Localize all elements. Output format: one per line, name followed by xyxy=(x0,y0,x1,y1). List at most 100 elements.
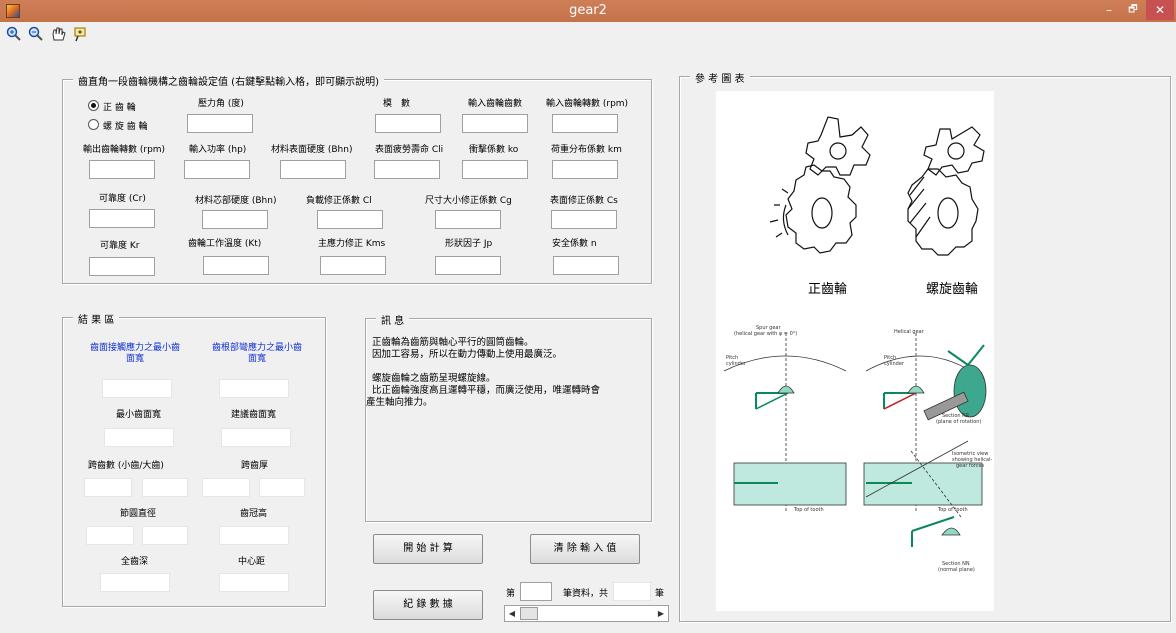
spur-gear-radio[interactable] xyxy=(88,100,99,111)
form-factor-input[interactable] xyxy=(435,256,501,275)
start-calculation-button[interactable]: 開 始 計 算 xyxy=(373,534,483,564)
message-line: 產生軸向推力。 xyxy=(366,397,433,408)
reference-panel-title: 參 考 圖 表 xyxy=(690,70,750,85)
safety-label: 安全係數 n xyxy=(552,239,597,249)
stress-correction-input[interactable] xyxy=(320,256,386,275)
message-line: 正齒輪為齒筋與軸心平行的圓筒齒輪。 xyxy=(372,337,534,348)
input-speed-input[interactable] xyxy=(552,114,618,133)
spur-gear-caption: 正齒輪 xyxy=(808,282,848,297)
stress-correction-label: 主應力修正 Kms xyxy=(318,239,386,249)
reliability-kr-input[interactable] xyxy=(89,257,155,276)
input-teeth-input[interactable] xyxy=(462,114,528,133)
svg-text:gear forces: gear forces xyxy=(956,463,985,469)
helical-gear-image xyxy=(907,126,985,256)
form-factor-label: 形狀因子 Jp xyxy=(445,239,493,249)
helical-gear-label: 螺 旋 齒 輪 xyxy=(103,122,148,132)
svg-text:Top of tooth: Top of tooth xyxy=(793,507,824,513)
module-input[interactable] xyxy=(375,114,441,133)
load-dist-input[interactable] xyxy=(552,160,618,179)
size-correction-input[interactable] xyxy=(435,210,501,229)
input-speed-label: 輸入齒輪轉數 (rpm) xyxy=(546,99,629,109)
spur-gear-image xyxy=(769,116,871,254)
zoom-out-icon[interactable] xyxy=(28,26,44,42)
input-power-label: 輸入功率 (hp) xyxy=(189,145,247,155)
reference-figure: 正齒輪 螺旋齒輪 Spur gear (helical gear with ψ … xyxy=(716,91,994,611)
record-prefix-label: 第 xyxy=(506,589,516,599)
clear-input-button[interactable]: 清 除 輸 入 值 xyxy=(530,534,640,564)
svg-text:(helical gear with ψ = 0°): (helical gear with ψ = 0°) xyxy=(734,331,797,337)
core-hardness-label: 材料芯部硬度 (Bhn) xyxy=(195,196,277,206)
title-bar: gear2 – 🗗 ✕ xyxy=(0,0,1176,22)
temp-input[interactable] xyxy=(203,256,269,275)
window-title: gear2 xyxy=(569,3,607,18)
settings-panel-title: 齒直角一段齒輪機構之齒輪設定值 (右鍵擊點輸入格，即可顯示說明) xyxy=(73,73,384,88)
whole-depth-label: 全齒深 xyxy=(121,557,149,567)
contact-width-label: 齒面接觸應力之最小齒面寬 xyxy=(89,343,180,364)
input-teeth-label: 輸入齒輪齒數 xyxy=(468,99,523,109)
message-line: 比正齒輪強度高且運轉平穩，而廣泛使用，唯運轉時會 xyxy=(372,385,601,396)
fatigue-life-label: 表面疲勞壽命 Cli xyxy=(375,145,444,155)
load-correction-input[interactable] xyxy=(317,210,383,229)
whole-depth-output xyxy=(100,573,170,592)
gear-force-diagram: Spur gear (helical gear with ψ = 0°) Hel… xyxy=(723,325,992,573)
message-panel-title: 訊 息 xyxy=(376,312,410,327)
data-cursor-icon[interactable] xyxy=(72,26,88,42)
impact-factor-input[interactable] xyxy=(462,160,528,179)
record-middle-label: 筆資料，共 xyxy=(563,589,609,599)
large-pitch-output xyxy=(142,526,188,545)
svg-text:(normal plane): (normal plane) xyxy=(938,567,975,573)
surface-correction-label: 表面修正係數 Cs xyxy=(550,196,618,206)
center-distance-label: 中心距 xyxy=(238,557,266,567)
min-width-label: 最小齒面寬 xyxy=(116,410,162,420)
scroll-thumb[interactable] xyxy=(520,607,538,620)
surface-hardness-input[interactable] xyxy=(280,160,346,179)
output-speed-input[interactable] xyxy=(89,160,155,179)
minimize-button[interactable]: – xyxy=(1098,0,1120,20)
pressure-angle-input[interactable] xyxy=(187,114,253,133)
safety-input[interactable] xyxy=(553,256,619,275)
fatigue-life-input[interactable] xyxy=(374,160,440,179)
toolbar xyxy=(0,22,1176,48)
results-panel-title: 結 果 區 xyxy=(73,311,120,326)
close-button[interactable]: ✕ xyxy=(1146,0,1174,20)
helical-header-label: Helical gear xyxy=(894,329,925,335)
reliability-cr-input[interactable] xyxy=(89,209,155,228)
message-line: 因加工容易，所以在動力傳動上使用最廣泛。 xyxy=(372,349,563,360)
min-width-output xyxy=(104,428,174,447)
record-scrollbar[interactable]: ◀ ▶ xyxy=(504,605,669,622)
pitch-diameter-label: 節圓直徑 xyxy=(120,509,157,519)
settings-panel: 齒直角一段齒輪機構之齒輪設定值 (右鍵擊點輸入格，即可顯示說明) xyxy=(62,73,652,284)
size-correction-label: 尺寸大小修正係數 Cg xyxy=(425,196,512,206)
suggest-width-label: 建議齒面寬 xyxy=(231,410,277,420)
addendum-output xyxy=(219,526,289,545)
pan-icon[interactable] xyxy=(50,26,66,42)
record-suffix-label: 筆 xyxy=(655,589,665,599)
surface-hardness-label: 材料表面硬度 (Bhn) xyxy=(271,145,353,155)
reliability-kr-label: 可靠度 Kr xyxy=(100,241,140,251)
contact-width-output xyxy=(102,379,172,398)
root-width-label: 齒根部彎應力之最小齒面寬 xyxy=(211,343,302,364)
core-hardness-input[interactable] xyxy=(202,210,268,229)
module-label: 模 數 xyxy=(383,99,411,109)
message-line: 螺旋齒輪之齒筋呈現螺旋線。 xyxy=(372,373,496,384)
record-data-button[interactable]: 紀 錄 數 據 xyxy=(373,590,483,620)
scroll-right-icon[interactable]: ▶ xyxy=(654,606,668,621)
record-total-output xyxy=(613,582,651,601)
teeth-span-label: 跨齒數 (小齒/大齒) xyxy=(88,461,164,471)
scroll-left-icon[interactable]: ◀ xyxy=(505,606,519,621)
svg-text:cylinder: cylinder xyxy=(726,361,747,367)
large-thickness-output xyxy=(259,478,305,497)
pressure-angle-label: 壓力角 (度) xyxy=(198,99,244,109)
center-distance-output xyxy=(219,573,289,592)
helical-gear-caption: 螺旋齒輪 xyxy=(926,282,979,297)
temp-label: 齒輪工作溫度 (Kt) xyxy=(188,239,262,249)
input-power-input[interactable] xyxy=(184,160,250,179)
spur-gear-label: 正 齒 輪 xyxy=(103,103,136,113)
maximize-button[interactable]: 🗗 xyxy=(1122,0,1144,20)
surface-correction-input[interactable] xyxy=(551,210,617,229)
large-teeth-output xyxy=(142,478,188,497)
zoom-in-icon[interactable] xyxy=(6,26,22,42)
helical-gear-radio[interactable] xyxy=(88,119,99,130)
record-index-input[interactable] xyxy=(520,582,552,601)
small-thickness-output xyxy=(202,478,250,497)
